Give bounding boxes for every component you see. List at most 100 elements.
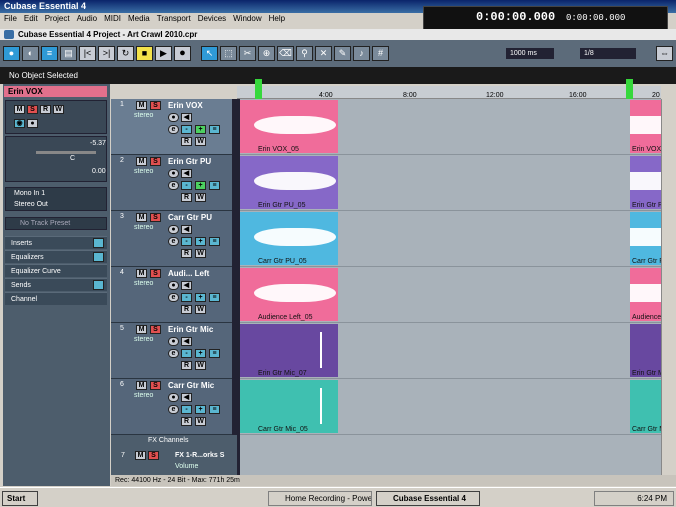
menu-item[interactable]: Media xyxy=(128,13,150,25)
pointer-tool-icon[interactable]: ↖ xyxy=(201,46,218,61)
constrain-delay-button[interactable]: ◐ xyxy=(22,46,39,61)
track-speaker-icon[interactable]: ◀ xyxy=(181,225,192,234)
track-write-button[interactable]: W xyxy=(195,193,206,202)
track-edit-icon[interactable]: e xyxy=(168,237,179,246)
split-tool-icon[interactable]: ✂ xyxy=(239,46,256,61)
audio-event[interactable]: Erin Gtr Mic_07 xyxy=(240,324,338,377)
menu-item[interactable]: Help xyxy=(269,13,285,25)
menu-item[interactable]: Project xyxy=(45,13,70,25)
track-name[interactable]: Carr Gtr Mic xyxy=(168,381,214,390)
left-locator[interactable] xyxy=(255,79,262,99)
track-name[interactable]: Audi... Left xyxy=(168,269,209,278)
snap-icon[interactable]: # xyxy=(372,46,389,61)
track-eq-icon[interactable]: + xyxy=(195,405,206,414)
track-lane[interactable]: Audience Left_05 Audience Left_05 xyxy=(240,267,661,323)
play-tool-icon[interactable]: ♪ xyxy=(353,46,370,61)
track-name[interactable]: Carr Gtr PU xyxy=(168,213,212,222)
track-monitor-icon[interactable]: ● xyxy=(168,113,179,122)
lookahead-field[interactable]: 1000 ms xyxy=(506,48,554,59)
inspector-section[interactable]: Sends xyxy=(5,278,107,291)
record-enable-icon[interactable]: ● xyxy=(27,119,38,128)
track-inserts-icon[interactable]: - xyxy=(181,125,192,134)
audio-event[interactable]: Erin Gtr PU_05 xyxy=(240,156,338,209)
fx-folder-label[interactable]: FX Channels xyxy=(148,437,188,444)
glue-tool-icon[interactable]: ⊕ xyxy=(258,46,275,61)
track-sends-icon[interactable]: ≡ xyxy=(209,181,220,190)
track-read-button[interactable]: R xyxy=(181,249,192,258)
track-mute-button[interactable]: M xyxy=(136,269,147,278)
track-eq-icon[interactable]: + xyxy=(195,349,206,358)
right-locator[interactable] xyxy=(626,79,633,99)
read-button[interactable]: R xyxy=(40,105,51,114)
track-edit-icon[interactable]: e xyxy=(168,125,179,134)
section-bypass-icon[interactable] xyxy=(93,252,104,262)
track-mute-button[interactable]: M xyxy=(136,213,147,222)
track-write-button[interactable]: W xyxy=(195,305,206,314)
track-read-button[interactable]: R xyxy=(181,305,192,314)
solo-button[interactable]: S xyxy=(27,105,38,114)
track-eq-icon[interactable]: + xyxy=(195,125,206,134)
audio-event[interactable]: Audience Left_05 xyxy=(240,268,338,321)
fx-track-name[interactable]: FX 1-R...orks S xyxy=(175,452,224,459)
track-mute-button[interactable]: M xyxy=(136,325,147,334)
track-monitor-icon[interactable]: ● xyxy=(168,225,179,234)
track-lane[interactable]: Erin Gtr Mic_07 Erin Gtr Mic_07 xyxy=(240,323,661,379)
track-header[interactable]: 6 M S Carr Gtr Mic stereo ● ◀ e - + ≡ R … xyxy=(111,379,237,435)
mute-tool-icon[interactable]: ✕ xyxy=(315,46,332,61)
section-bypass-icon[interactable] xyxy=(93,238,104,248)
start-button[interactable]: Start xyxy=(2,491,38,506)
track-edit-icon[interactable]: e xyxy=(168,181,179,190)
track-speaker-icon[interactable]: ◀ xyxy=(181,337,192,346)
track-preset[interactable]: No Track Preset xyxy=(5,217,107,230)
track-speaker-icon[interactable]: ◀ xyxy=(181,113,192,122)
track-lane[interactable]: Erin VOX_05 Erin VOX_05 xyxy=(240,99,661,155)
menu-item[interactable]: Transport xyxy=(157,13,191,25)
track-solo-button[interactable]: S xyxy=(150,101,161,110)
audio-event[interactable]: Erin VOX_05 xyxy=(240,100,338,153)
track-edit-icon[interactable]: e xyxy=(168,293,179,302)
section-bypass-icon[interactable] xyxy=(93,280,104,290)
track-header[interactable]: 2 M S Erin Gtr PU stereo ● ◀ e - + ≡ R W xyxy=(111,155,237,211)
track-read-button[interactable]: R xyxy=(181,417,192,426)
infoline-toggle-button[interactable]: ▤ xyxy=(60,46,77,61)
track-read-button[interactable]: R xyxy=(181,137,192,146)
track-solo-button[interactable]: S xyxy=(150,213,161,222)
track-monitor-icon[interactable]: ● xyxy=(168,393,179,402)
track-sends-icon[interactable]: ≡ xyxy=(209,405,220,414)
range-tool-icon[interactable]: ⬚ xyxy=(220,46,237,61)
track-read-button[interactable]: R xyxy=(181,193,192,202)
tb-play-button[interactable]: ▶ xyxy=(155,46,172,61)
track-monitor-icon[interactable]: ● xyxy=(168,169,179,178)
track-speaker-icon[interactable]: ◀ xyxy=(181,393,192,402)
window-layout-button[interactable]: ⇔ xyxy=(656,46,673,61)
track-inserts-icon[interactable]: - xyxy=(181,293,192,302)
write-button[interactable]: W xyxy=(53,105,64,114)
track-inserts-icon[interactable]: - xyxy=(181,349,192,358)
audio-event[interactable]: Erin Gtr PU_05 xyxy=(630,156,661,209)
inspector-section[interactable]: Equalizers xyxy=(5,250,107,263)
track-monitor-icon[interactable]: ● xyxy=(168,337,179,346)
track-solo-button[interactable]: S xyxy=(150,269,161,278)
menu-item[interactable]: Window xyxy=(233,13,261,25)
pan-value[interactable]: 0.00 xyxy=(92,168,106,175)
audio-event[interactable]: Erin VOX_05 xyxy=(630,100,661,153)
menu-item[interactable]: Audio xyxy=(77,13,97,25)
audio-event[interactable]: Carr Gtr PU_05 xyxy=(240,212,338,265)
track-sends-icon[interactable]: ≡ xyxy=(209,125,220,134)
grid-select[interactable]: 1/8 xyxy=(580,48,636,59)
track-eq-icon[interactable]: + xyxy=(195,181,206,190)
audio-event[interactable]: Carr Gtr Mic_05 xyxy=(630,380,661,433)
fx-solo-button[interactable]: S xyxy=(148,451,159,460)
audio-event[interactable]: Erin Gtr Mic_07 xyxy=(630,324,661,377)
menu-item[interactable]: Devices xyxy=(198,13,226,25)
volume-slider[interactable] xyxy=(36,151,96,154)
track-sends-icon[interactable]: ≡ xyxy=(209,237,220,246)
track-mute-button[interactable]: M xyxy=(136,101,147,110)
track-mute-button[interactable]: M xyxy=(136,157,147,166)
task-cubase[interactable]: Cubase Essential 4 xyxy=(376,491,480,506)
output-routing[interactable]: Stereo Out xyxy=(14,201,48,208)
menu-item[interactable]: MIDI xyxy=(104,13,121,25)
track-lane[interactable]: Erin Gtr PU_05 Erin Gtr PU_05 xyxy=(240,155,661,211)
tb-goto-end-button[interactable]: >| xyxy=(98,46,115,61)
track-speaker-icon[interactable]: ◀ xyxy=(181,281,192,290)
